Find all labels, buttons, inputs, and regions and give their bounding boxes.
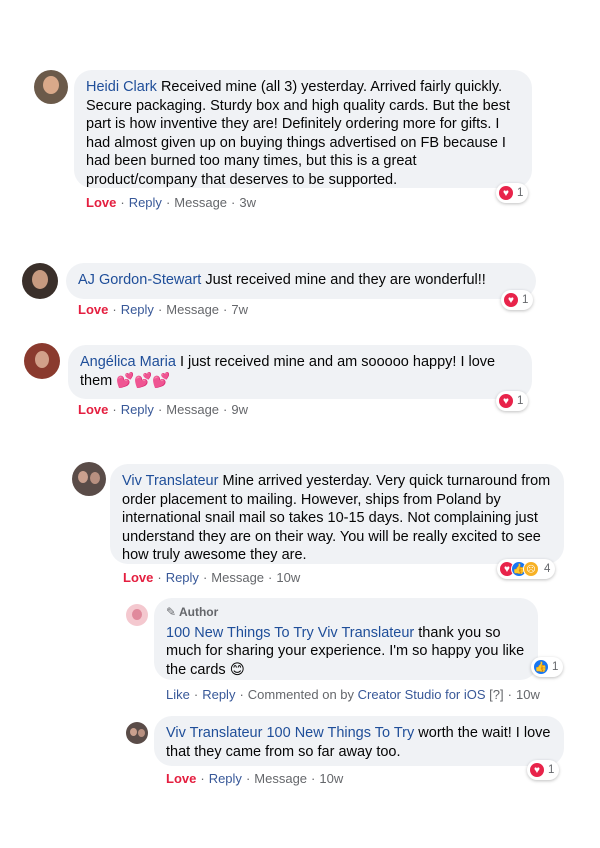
commenter-name[interactable]: Viv Translateur xyxy=(166,725,262,741)
smile-emoji: 😊 xyxy=(229,661,245,678)
avatar[interactable] xyxy=(34,70,68,104)
help-link[interactable]: [?] xyxy=(489,687,503,702)
heart-icon: ♥ xyxy=(529,762,545,778)
commenter-name[interactable]: AJ Gordon-Stewart xyxy=(78,272,201,288)
reply-button[interactable]: Reply xyxy=(166,570,199,585)
message-button[interactable]: Message xyxy=(166,402,219,417)
comment-actions: Love · Reply · Message · 9w xyxy=(78,402,248,417)
creator-studio-link[interactable]: Creator Studio for iOS xyxy=(358,687,486,702)
love-button[interactable]: Love xyxy=(166,771,196,786)
timestamp[interactable]: 7w xyxy=(231,302,248,317)
timestamp[interactable]: 3w xyxy=(239,195,256,210)
commenter-name[interactable]: Viv Translateur xyxy=(122,473,218,489)
message-button[interactable]: Message xyxy=(254,771,307,786)
reaction-count-badge[interactable]: 👍 1 xyxy=(531,657,564,677)
love-button[interactable]: Love xyxy=(78,402,108,417)
thumbs-up-icon: 👍 xyxy=(533,659,549,675)
commenter-name[interactable]: Angélica Maria xyxy=(80,354,176,370)
reply-bubble: Viv Translateur 100 New Things To Try wo… xyxy=(154,716,564,766)
page-avatar[interactable] xyxy=(126,604,148,626)
reply-button[interactable]: Reply xyxy=(202,687,235,702)
love-button[interactable]: Love xyxy=(123,570,153,585)
sad-face-icon: ☹ xyxy=(523,561,539,577)
comment-text: Received mine (all 3) yesterday. Arrived… xyxy=(86,79,510,188)
comment-actions: Love · Reply · Message · 10w xyxy=(123,570,301,585)
comment-text: Just received mine and they are wonderfu… xyxy=(205,272,486,288)
comment-bubble: Viv Translateur Mine arrived yesterday. … xyxy=(110,464,564,564)
commenter-name[interactable]: Heidi Clark xyxy=(86,79,157,95)
heart-icon: ♥ xyxy=(498,185,514,201)
author-badge: ✎ Author xyxy=(166,605,219,619)
love-button[interactable]: Love xyxy=(78,302,108,317)
avatar[interactable] xyxy=(24,343,60,379)
reaction-count-badge[interactable]: ♥ 👍 ☹ 4 xyxy=(497,559,556,579)
like-button[interactable]: Like xyxy=(166,687,190,702)
timestamp[interactable]: 10w xyxy=(516,687,540,702)
comment-actions: Love · Reply · Message · 7w xyxy=(78,302,248,317)
message-button[interactable]: Message xyxy=(166,302,219,317)
timestamp[interactable]: 10w xyxy=(319,771,343,786)
reply-button[interactable]: Reply xyxy=(121,302,154,317)
message-button[interactable]: Message xyxy=(211,570,264,585)
reaction-count-badge[interactable]: ♥ 1 xyxy=(496,391,529,411)
comment-bubble: Heidi Clark Received mine (all 3) yester… xyxy=(74,70,532,188)
reaction-count-badge[interactable]: ♥ 1 xyxy=(501,290,534,310)
timestamp[interactable]: 10w xyxy=(276,570,300,585)
tagged-name[interactable]: 100 New Things To Try xyxy=(266,725,414,741)
reaction-count-badge[interactable]: ♥ 1 xyxy=(496,183,529,203)
comment-bubble: Angélica Maria I just received mine and … xyxy=(68,345,532,399)
reply-button[interactable]: Reply xyxy=(121,402,154,417)
avatar[interactable] xyxy=(72,462,106,496)
avatar[interactable] xyxy=(126,722,148,744)
commenter-name[interactable]: 100 New Things To Try xyxy=(166,625,314,641)
reply-button[interactable]: Reply xyxy=(129,195,162,210)
hearts-emoji: 💕💕💕 xyxy=(116,372,171,389)
avatar[interactable] xyxy=(22,263,58,299)
love-button[interactable]: Love xyxy=(86,195,116,210)
heart-icon: ♥ xyxy=(498,393,514,409)
pencil-icon: ✎ xyxy=(166,605,177,619)
message-button[interactable]: Message xyxy=(174,195,227,210)
comment-bubble: AJ Gordon-Stewart Just received mine and… xyxy=(66,263,536,299)
comment-actions: Love · Reply · Message · 3w xyxy=(86,195,256,210)
tagged-name[interactable]: Viv Translateur xyxy=(318,625,414,641)
reaction-count-badge[interactable]: ♥ 1 xyxy=(527,760,560,780)
reply-actions: Love · Reply · Message · 10w xyxy=(166,771,344,786)
reply-button[interactable]: Reply xyxy=(209,771,242,786)
reply-bubble: ✎ Author 100 New Things To Try Viv Trans… xyxy=(154,598,538,680)
heart-icon: ♥ xyxy=(503,292,519,308)
reply-actions: Like · Reply · Commented on by Creator Studi… xyxy=(166,687,540,702)
timestamp[interactable]: 9w xyxy=(231,402,248,417)
